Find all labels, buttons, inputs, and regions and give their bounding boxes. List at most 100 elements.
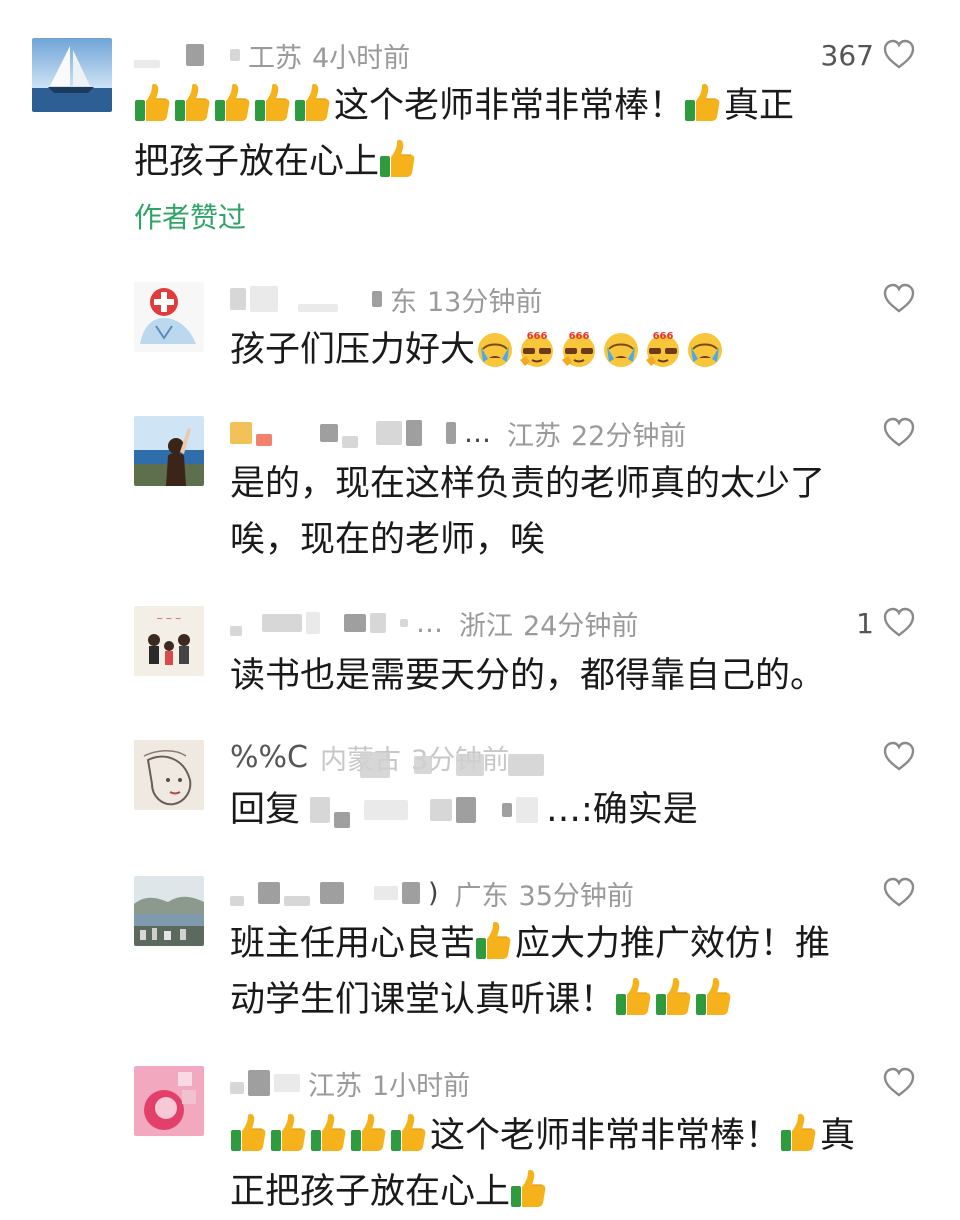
timestamp: 1小时前: [372, 1070, 471, 1102]
heart-icon[interactable]: [882, 282, 916, 316]
comment-text-line: 动学生们课堂认真听课！: [230, 980, 616, 1020]
thumbs-up-icon: [379, 139, 415, 179]
thumbs-up-icon: [294, 83, 330, 123]
666-face-icon: [517, 329, 557, 369]
svg-text:~ ~ ~: ~ ~ ~: [156, 614, 181, 623]
comment-text-line: 是的，现在这样负责的老师真的太少了: [230, 464, 826, 504]
comment-text-line: 这个老师非常非常棒！: [334, 86, 685, 126]
timestamp: 24分钟前: [523, 610, 639, 642]
timestamp: 13分钟前: [427, 286, 543, 318]
thumbs-up-icon: [214, 83, 250, 123]
thumbs-up-icon: [134, 83, 170, 123]
thumbs-up-icon: [230, 1113, 266, 1153]
reply-prefix: 回复: [230, 790, 301, 830]
blurred-username: [230, 880, 420, 906]
blurred-username: [230, 286, 382, 312]
comment-meta: 东 13分钟前: [230, 282, 543, 318]
thumbs-up-icon: [510, 1169, 546, 1209]
location: 工苏: [248, 42, 302, 74]
username-suffix: …: [416, 607, 443, 639]
666-face-icon: [643, 329, 683, 369]
author-liked-label: 作者赞过: [134, 201, 247, 234]
location: 广东: [454, 880, 509, 912]
comment-text-line: 应大力推广效仿！推: [515, 924, 831, 964]
like-button[interactable]: [882, 1066, 916, 1100]
sketch-portrait-avatar-icon[interactable]: [134, 740, 204, 810]
comment-text: 这个老师非常非常棒！ 真 正把孩子放在心上: [230, 1108, 930, 1220]
like-button[interactable]: [882, 740, 916, 774]
like-button[interactable]: [882, 416, 916, 450]
comment-meta: 工苏 4小时前: [134, 38, 411, 74]
location: 江苏: [507, 420, 561, 452]
blurred-reply-username: [310, 792, 539, 828]
thumbs-up-icon: [270, 1113, 306, 1153]
thumbs-up-icon: [615, 977, 651, 1017]
heart-icon[interactable]: [882, 606, 916, 640]
comment-meta: ) 广东 35分钟前: [230, 876, 634, 912]
sailboat-avatar-icon[interactable]: [32, 38, 112, 112]
seaside-girl-avatar-icon[interactable]: [134, 416, 204, 486]
comment-text-line: 真: [820, 1116, 856, 1156]
like-button[interactable]: [882, 282, 916, 316]
pink-flower-avatar-icon[interactable]: [134, 1066, 204, 1136]
comment-text-line: 班主任用心良苦: [230, 924, 476, 964]
blurred-username: [230, 418, 456, 448]
like-button[interactable]: 1: [856, 606, 916, 640]
cartoon-kids-avatar-icon[interactable]: ~ ~ ~: [134, 606, 204, 676]
thumbs-up-icon: [174, 83, 210, 123]
comment-text-line: 唉，现在的老师，唉: [230, 520, 546, 560]
thumbs-up-icon: [780, 1113, 816, 1153]
crying-face-icon: [475, 329, 515, 369]
comment-text: 班主任用心良苦 应大力推广效仿！推 动学生们课堂认真听课！: [230, 916, 930, 1028]
blurred-username: [230, 610, 408, 636]
comment-text: 读书也是需要天分的，都得靠自己的。: [230, 648, 930, 704]
like-button[interactable]: 367: [821, 38, 916, 72]
username: %%C: [230, 739, 308, 775]
location: 浙江: [459, 610, 513, 642]
thumbs-up-icon: [655, 977, 691, 1017]
comment-text-line: 这个老师非常非常棒！: [430, 1116, 781, 1156]
username-suffix: …: [464, 417, 491, 449]
comment-text: 回复 …:确实是: [230, 782, 930, 838]
comment-text-line: 孩子们压力好大: [230, 330, 476, 370]
comment-meta: … 浙江 24分钟前: [230, 606, 639, 642]
comment-text-line: 正把孩子放在心上: [230, 1172, 511, 1212]
thumbs-up-icon: [310, 1113, 346, 1153]
thumbs-up-icon: [684, 83, 720, 123]
crying-face-icon: [601, 329, 641, 369]
like-count: 1: [856, 606, 874, 640]
blurred-username: [134, 42, 240, 68]
heart-icon[interactable]: [882, 416, 916, 450]
like-count: 367: [820, 38, 874, 72]
comment-text: 孩子们压力好大: [230, 322, 930, 378]
location: 江苏: [308, 1070, 362, 1102]
crying-face-icon: [685, 329, 725, 369]
thumbs-up-icon: [390, 1113, 426, 1153]
thumbs-up-icon: [695, 977, 731, 1017]
like-button[interactable]: [882, 876, 916, 910]
heart-icon[interactable]: [882, 38, 916, 72]
heart-icon[interactable]: [882, 740, 916, 774]
coastal-city-avatar-icon[interactable]: [134, 876, 204, 946]
username-suffix: ): [428, 877, 439, 909]
heart-icon[interactable]: [882, 1066, 916, 1100]
timestamp: 35分钟前: [518, 880, 634, 912]
comment-text: 这个老师非常非常棒！ 真正 把孩子放在心上: [134, 78, 924, 190]
comment-meta: … 江苏 22分钟前: [230, 416, 687, 452]
thumbs-up-icon: [350, 1113, 386, 1153]
timestamp: 4小时前: [312, 42, 411, 74]
666-face-icon: [559, 329, 599, 369]
blurred-overlay: [360, 752, 544, 778]
comment-text-line: 读书也是需要天分的，都得靠自己的。: [230, 656, 826, 696]
reply-text: …:确实是: [546, 790, 698, 830]
comment-text-line: 真正: [724, 86, 795, 126]
location: 东: [390, 286, 417, 318]
heart-icon[interactable]: [882, 876, 916, 910]
timestamp: 22分钟前: [571, 420, 687, 452]
comment-text-line: 把孩子放在心上: [134, 142, 380, 182]
comment-meta: 江苏 1小时前: [230, 1066, 471, 1102]
red-cross-avatar-icon[interactable]: [134, 282, 204, 352]
blurred-username: [230, 1070, 300, 1096]
thumbs-up-icon: [254, 83, 290, 123]
thumbs-up-icon: [475, 921, 511, 961]
